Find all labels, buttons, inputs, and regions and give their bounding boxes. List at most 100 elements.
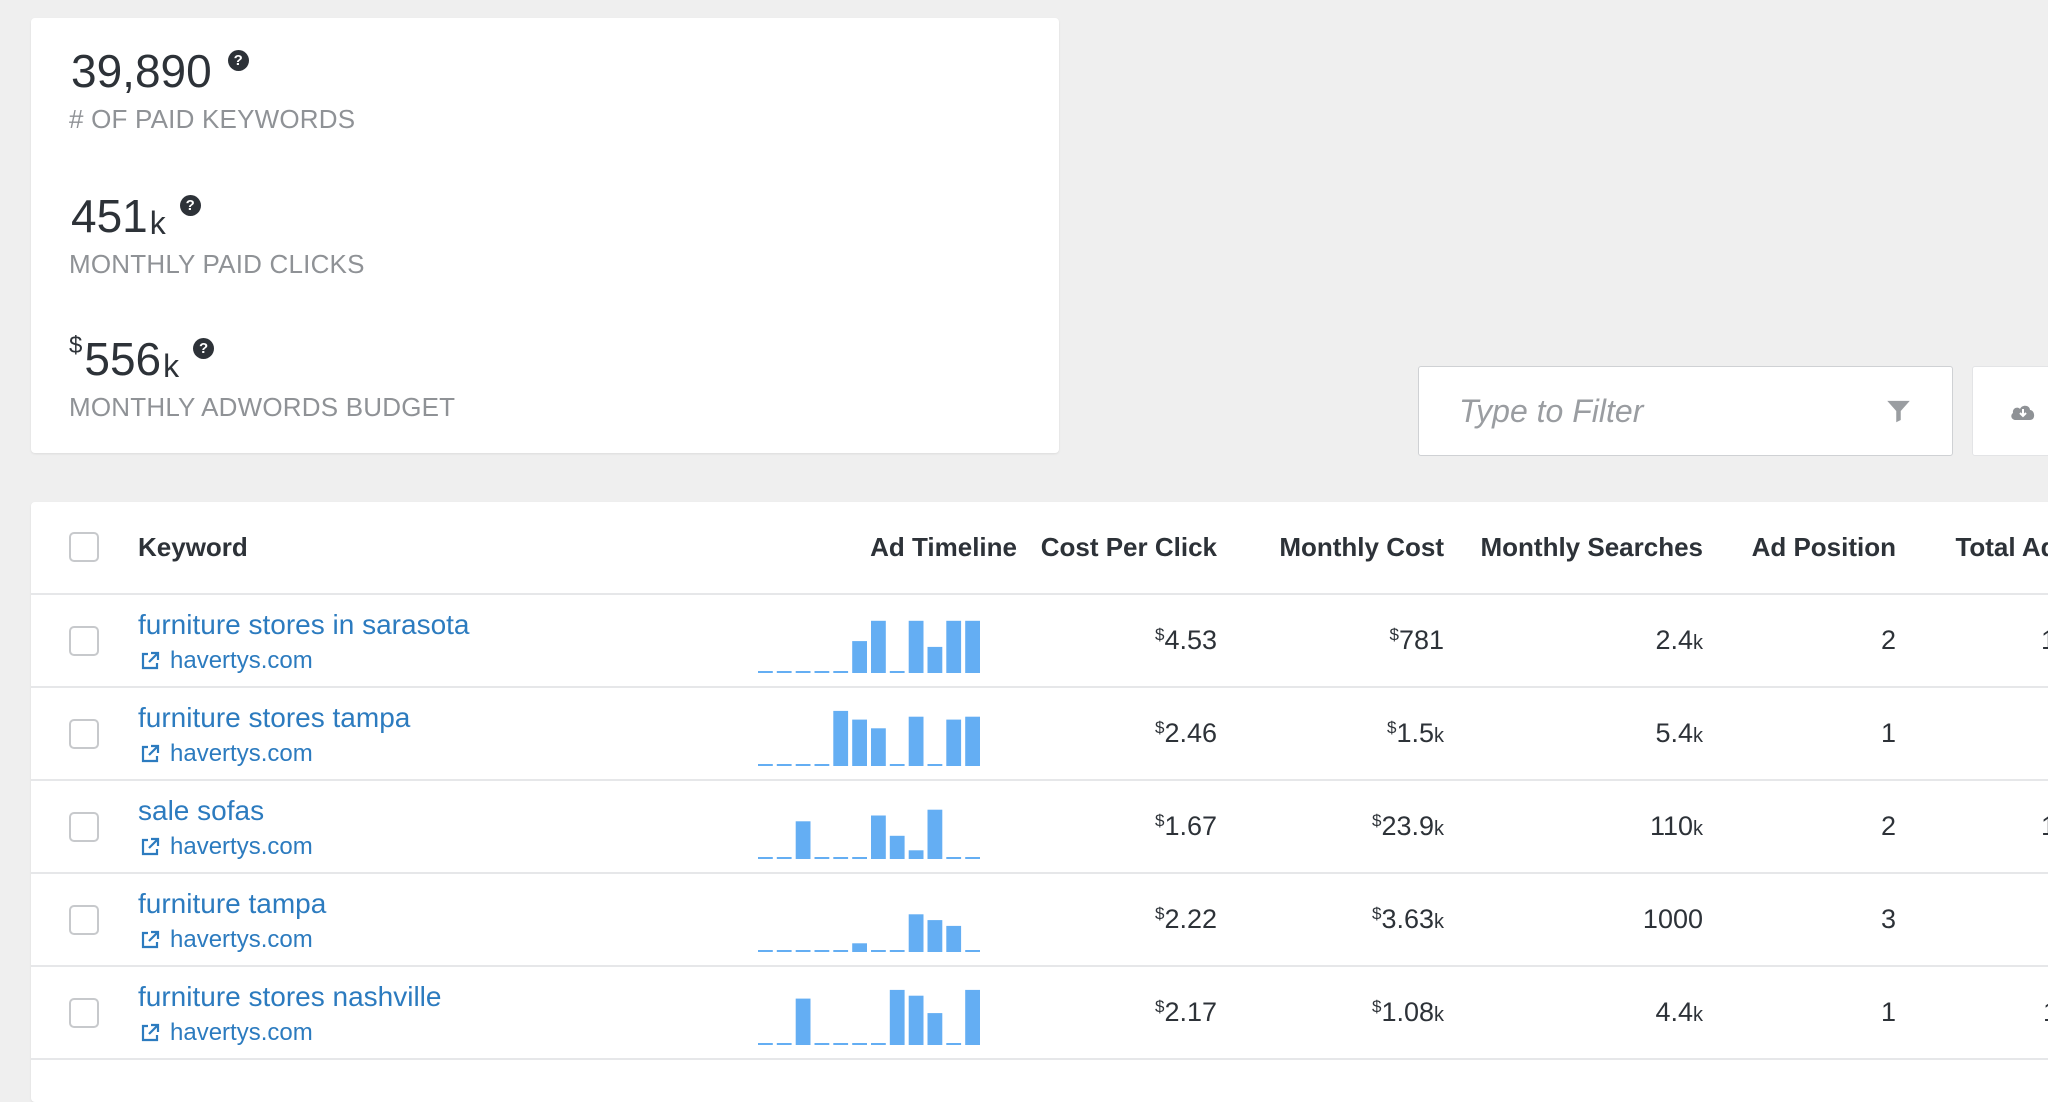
stats-card: 39,890 ? # OF PAID KEYWORDS 451 k ? MONT… (31, 18, 1059, 453)
domain-link[interactable]: havertys.com (138, 647, 313, 675)
cost-per-click: $2.46 (1155, 718, 1217, 749)
help-icon[interactable]: ? (179, 195, 201, 216)
timeline-bar (889, 835, 905, 859)
monthly-searches: 1000 (1643, 904, 1703, 935)
funnel-icon[interactable] (1885, 397, 1912, 425)
searches-value: 1000 (1642, 904, 1703, 934)
table-row[interactable]: furniture stores tampa havertys.com $2.46 $… (31, 688, 2048, 781)
domain-text: havertys.com (170, 833, 313, 860)
row-checkbox[interactable] (69, 626, 99, 656)
table-row[interactable]: furniture stores in sarasota havertys.com… (31, 595, 2048, 688)
header-keyword[interactable]: Keyword (138, 532, 248, 563)
cost-per-click: $4.53 (1155, 625, 1217, 656)
unit-suffix: k (1434, 1004, 1444, 1026)
currency-symbol: $ (1154, 811, 1165, 830)
keyword-link[interactable]: furniture tampa (138, 888, 326, 920)
header-total-ads[interactable]: Total Ads (1955, 532, 2048, 563)
timeline-bar (795, 998, 811, 1045)
timeline-bar (965, 620, 980, 673)
timeline-bar (946, 1043, 962, 1045)
timeline-bar (776, 671, 792, 673)
timeline-bar (795, 671, 811, 673)
help-icon[interactable]: ? (227, 50, 249, 71)
timeline-bar (814, 950, 830, 952)
domain-text: havertys.com (170, 740, 313, 767)
timeline-bar (833, 950, 849, 952)
monthly-cost: $1.08k (1372, 997, 1444, 1028)
monthly-cost: $23.9k (1372, 811, 1444, 842)
timeline-bar (927, 764, 943, 766)
timeline-bar (908, 850, 924, 859)
export-button[interactable] (1972, 366, 2048, 456)
domain-link[interactable]: havertys.com (138, 1019, 313, 1047)
table-row[interactable]: furniture tampa havertys.com $2.22 $3.63k 10… (31, 874, 2048, 967)
header-ad-timeline[interactable]: Ad Timeline (870, 532, 1017, 563)
help-icon[interactable]: ? (193, 338, 215, 359)
domain-link[interactable]: havertys.com (138, 740, 313, 768)
cost-value: 1.08 (1381, 997, 1434, 1027)
stat-value: 39,890 (71, 45, 212, 97)
external-link-icon (141, 930, 160, 949)
timeline-bar (908, 620, 924, 673)
table-header: Keyword Ad Timeline Cost Per Click Month… (31, 502, 2048, 595)
domain-link[interactable]: havertys.com (138, 926, 313, 954)
table-row[interactable]: sale sofashavertys.com$1.67$23.9k110k214 (31, 781, 2048, 874)
select-all-checkbox[interactable] (69, 532, 99, 562)
stat-monthly-clicks: 451 k ? MONTHLY PAID CLICKS (69, 193, 365, 280)
domain-link[interactable]: havertys.com (138, 833, 313, 861)
filter-input[interactable] (1459, 392, 1885, 430)
cost-value: 23.9 (1381, 811, 1434, 841)
currency-symbol: $ (1154, 997, 1165, 1016)
row-checkbox[interactable] (69, 812, 99, 842)
cost-per-click: $2.17 (1155, 997, 1217, 1028)
timeline-bar (965, 716, 980, 766)
timeline-bar (908, 995, 924, 1045)
timeline-bar (814, 764, 830, 766)
header-cost-per-click[interactable]: Cost Per Click (1041, 532, 1217, 563)
table-row[interactable]: furniture stores nashville havertys.com $2… (31, 967, 2048, 1060)
cpc-value: 4.53 (1164, 625, 1217, 655)
timeline-bar (776, 764, 792, 766)
monthly-searches: 110k (1650, 811, 1703, 842)
header-ad-position[interactable]: Ad Position (1752, 532, 1896, 563)
timeline-bar (889, 989, 905, 1045)
keyword-link[interactable]: furniture stores tampa (138, 702, 410, 734)
timeline-bar (833, 710, 849, 766)
timeline-bar (776, 857, 792, 859)
unit-suffix: k (1693, 632, 1703, 654)
timeline-bar (758, 1043, 773, 1045)
timeline-bar (946, 857, 962, 859)
stat-adwords-budget: $ 556 k ? MONTHLY ADWORDS BUDGET (69, 334, 455, 423)
timeline-bar (776, 950, 792, 952)
keyword-link[interactable]: furniture stores nashville (138, 981, 441, 1013)
unit-suffix: k (1693, 725, 1703, 747)
timeline-bar (927, 920, 943, 952)
row-checkbox[interactable] (69, 905, 99, 935)
row-checkbox[interactable] (69, 998, 99, 1028)
currency-symbol: $ (1371, 997, 1382, 1016)
unit-suffix: k (1693, 1004, 1703, 1026)
timeline-bar (889, 764, 905, 766)
external-link-icon (141, 744, 160, 763)
timeline-bar (833, 1043, 849, 1045)
timeline-bar (758, 671, 773, 673)
keyword-link[interactable]: sale sofas (138, 795, 264, 827)
timeline-bar (908, 716, 924, 766)
timeline-bar (852, 943, 867, 952)
timeline-bar (852, 1043, 867, 1045)
row-checkbox[interactable] (69, 719, 99, 749)
header-monthly-searches[interactable]: Monthly Searches (1480, 532, 1703, 563)
stat-label: # OF PAID KEYWORDS (69, 104, 356, 134)
domain-text: havertys.com (170, 1019, 313, 1046)
keyword-link[interactable]: furniture stores in sarasota (138, 609, 470, 641)
currency-symbol: $ (1154, 904, 1165, 923)
timeline-bar (927, 809, 943, 859)
timeline-bar (776, 1043, 792, 1045)
header-monthly-cost[interactable]: Monthly Cost (1279, 532, 1444, 563)
ad-position: 2 (1880, 811, 1896, 841)
external-link-icon (141, 1023, 160, 1042)
cost-value: 3.63 (1381, 904, 1434, 934)
timeline-bar (871, 815, 886, 859)
ad-timeline-chart (758, 809, 980, 859)
cloud-download-icon (2011, 405, 2035, 420)
